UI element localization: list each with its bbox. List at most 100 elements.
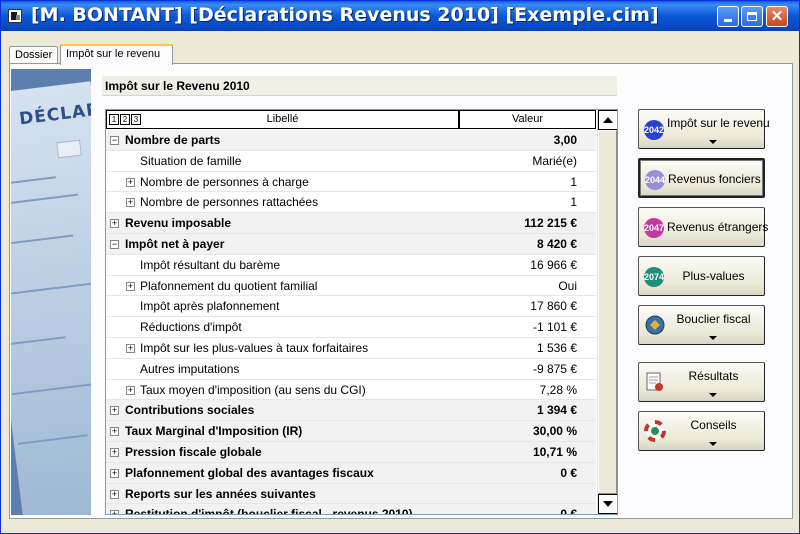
- expand-icon[interactable]: +: [110, 447, 119, 457]
- revenus-etrangers-button-label: Revenus étrangers: [667, 220, 769, 234]
- minimize-icon: [724, 19, 732, 22]
- app-icon[interactable]: [8, 9, 22, 23]
- table-row[interactable]: + Revenu imposable 112 215 €: [106, 213, 596, 234]
- table-row[interactable]: + Plafonnement global des avantages fisca…: [106, 462, 596, 484]
- maximize-button[interactable]: [741, 6, 763, 27]
- table-row[interactable]: + Plafonnement du quotient familial Oui: [106, 275, 596, 297]
- column-header-valeur[interactable]: Valeur: [459, 110, 596, 129]
- row-label: Taux moyen d'imposition (au sens du CGI): [140, 382, 366, 397]
- tax-tree-grid: 1 2 3 Libellé Valeur − Nombre de parts 3,0…: [105, 109, 618, 515]
- expand-icon[interactable]: +: [110, 510, 119, 514]
- level-2-button[interactable]: 2: [120, 114, 130, 125]
- tab-impot-sur-le-revenu[interactable]: Impôt sur le revenu: [60, 44, 173, 65]
- table-row[interactable]: + Pression fiscale globale 10,71 %: [106, 441, 596, 463]
- row-label: Nombre de parts: [125, 133, 221, 147]
- table-row[interactable]: Situation de famille Marié(e): [106, 150, 596, 172]
- column-header-libelle[interactable]: 1 2 3 Libellé: [106, 110, 459, 129]
- scroll-down-button[interactable]: [598, 494, 617, 514]
- row-label: Réductions d'impôt: [140, 320, 242, 335]
- row-label: Impôt résultant du barème: [140, 257, 281, 272]
- table-row[interactable]: + Contributions sociales 1 394 €: [106, 400, 596, 422]
- close-button[interactable]: ✕: [766, 6, 788, 27]
- revenus-fonciers-button-label: Revenus fonciers: [668, 172, 761, 186]
- table-row[interactable]: Réductions d'impôt -1 101 €: [106, 317, 596, 338]
- row-label: Impôt net à payer: [125, 236, 225, 251]
- collapse-icon[interactable]: −: [110, 239, 119, 249]
- results-icon: [644, 371, 666, 393]
- close-icon: ✕: [770, 8, 784, 25]
- table-row[interactable]: + Impôt sur les plus-values à taux forfai…: [106, 337, 596, 359]
- table-row[interactable]: + Nombre de personnes à charge 1: [106, 171, 596, 193]
- expand-icon[interactable]: +: [126, 281, 135, 291]
- form-2044-icon: 2044: [645, 170, 665, 190]
- table-row[interactable]: Impôt après plafonnement 17 860 €: [106, 296, 596, 318]
- row-value: 30,00 %: [532, 424, 577, 439]
- row-value: 3,00: [553, 133, 577, 147]
- lifebuoy-icon: [644, 420, 666, 442]
- row-label: Nombre de personnes à charge: [140, 174, 309, 189]
- tab-dossier[interactable]: Dossier: [9, 46, 58, 64]
- scroll-thumb[interactable]: [598, 130, 617, 494]
- revenus-fonciers-button[interactable]: 2044 Revenus fonciers: [638, 158, 765, 198]
- level-1-button[interactable]: 1: [109, 114, 119, 125]
- row-label: Revenu imposable: [125, 216, 232, 231]
- expand-icon[interactable]: +: [110, 406, 119, 416]
- conseils-button[interactable]: Conseils: [638, 411, 765, 451]
- row-value: -9 875 €: [532, 361, 577, 376]
- row-value: 1 536 €: [536, 340, 577, 355]
- chevron-down-icon: [709, 336, 717, 340]
- minimize-button[interactable]: [717, 6, 739, 27]
- table-row[interactable]: − Nombre de parts 3,00: [106, 130, 596, 151]
- row-value: Marié(e): [532, 153, 577, 168]
- row-label: Restitution d'impôt (bouclier fiscal - r…: [125, 507, 413, 515]
- row-value: 1: [570, 195, 577, 210]
- illustration-line: [11, 336, 66, 346]
- table-row[interactable]: + Nombre de personnes rattachées 1: [106, 192, 596, 214]
- bouclier-fiscal-button[interactable]: Bouclier fiscal: [638, 305, 765, 345]
- row-value: 7,28 %: [539, 382, 577, 397]
- row-value: 16 966 €: [530, 257, 577, 272]
- chevron-down-icon: [709, 140, 717, 144]
- row-label: Situation de famille: [140, 153, 242, 168]
- row-value: 0 €: [560, 465, 577, 480]
- row-value: -1 101 €: [532, 320, 577, 335]
- illustration-line: [11, 176, 56, 187]
- vertical-scrollbar[interactable]: [597, 110, 617, 514]
- expand-icon[interactable]: +: [110, 489, 119, 499]
- illustration-line: [17, 434, 88, 445]
- level-3-button[interactable]: 3: [131, 114, 141, 125]
- expand-icon[interactable]: +: [126, 343, 135, 353]
- grid-rows: − Nombre de parts 3,00 Situation de famille…: [106, 130, 596, 515]
- table-row[interactable]: + Taux moyen d'imposition (au sens du CGI…: [106, 379, 596, 401]
- table-row[interactable]: − Impôt net à payer 8 420 €: [106, 233, 596, 255]
- form-2042-icon: 2042: [644, 120, 664, 140]
- row-label: Plafonnement du quotient familial: [140, 278, 318, 293]
- row-value: 0 €: [560, 507, 577, 515]
- expand-icon[interactable]: +: [126, 385, 135, 395]
- app-window: [M. BONTANT] [Déclarations Revenus 2010]…: [0, 0, 800, 534]
- expand-icon[interactable]: +: [110, 427, 119, 437]
- table-row[interactable]: Impôt résultant du barème 16 966 €: [106, 254, 596, 276]
- scroll-up-button[interactable]: [598, 110, 617, 130]
- impot-sur-le-revenu-button[interactable]: 2042 Impôt sur le revenu: [638, 109, 770, 149]
- table-row[interactable]: + Reports sur les années suivantes: [106, 483, 596, 505]
- table-row[interactable]: + Restitution d'impôt (bouclier fiscal - …: [106, 504, 596, 515]
- row-value: 112 215 €: [524, 216, 577, 231]
- expand-icon[interactable]: +: [110, 219, 119, 229]
- chevron-down-icon: [709, 393, 717, 397]
- resultats-button[interactable]: Résultats: [638, 362, 765, 402]
- bouclier-fiscal-button-label: Bouclier fiscal: [676, 312, 751, 326]
- window-title: [M. BONTANT] [Déclarations Revenus 2010]…: [31, 4, 659, 26]
- revenus-etrangers-button[interactable]: 2047 Revenus étrangers: [638, 207, 769, 247]
- plus-values-button-label: Plus-values: [682, 269, 745, 283]
- expand-icon[interactable]: +: [126, 177, 135, 187]
- plus-values-button[interactable]: 2074 Plus-values: [638, 256, 765, 296]
- table-row[interactable]: Autres imputations -9 875 €: [106, 358, 596, 380]
- expand-icon[interactable]: +: [126, 198, 135, 208]
- row-label: Taux Marginal d'Imposition (IR): [125, 424, 303, 439]
- title-bar[interactable]: [M. BONTANT] [Déclarations Revenus 2010]…: [1, 1, 799, 31]
- table-row[interactable]: + Taux Marginal d'Imposition (IR) 30,00 %: [106, 421, 596, 442]
- impot-sur-le-revenu-button-label: Impôt sur le revenu: [667, 116, 770, 130]
- collapse-icon[interactable]: −: [110, 136, 119, 145]
- expand-icon[interactable]: +: [110, 468, 119, 478]
